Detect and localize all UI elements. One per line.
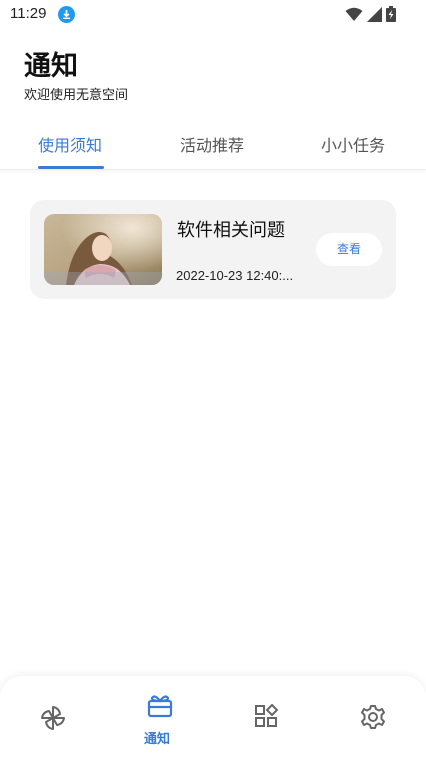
signal-icon — [367, 6, 382, 22]
download-icon — [58, 6, 75, 23]
notice-card[interactable]: 软件相关问题 2022-10-23 12:40:... 查看 — [30, 200, 396, 299]
nav-label-notice: 通知 — [144, 732, 171, 747]
gift-box-icon — [147, 695, 173, 718]
gear-icon — [361, 705, 385, 729]
status-bar: 11:29 — [0, 0, 426, 30]
tab-usage-notice[interactable]: 使用须知 — [38, 132, 102, 156]
battery-charging-icon — [386, 6, 396, 22]
active-tab-indicator — [38, 166, 104, 169]
system-icons — [345, 6, 396, 22]
nav-item-notice[interactable]: 通知 — [106, 676, 212, 757]
tab-activity-recommend[interactable]: 活动推荐 — [180, 132, 244, 156]
status-time: 11:29 — [10, 5, 47, 22]
nav-item-apps[interactable] — [212, 676, 318, 757]
page-subtitle: 欢迎使用无意空间 — [24, 88, 129, 103]
pinwheel-icon — [41, 706, 65, 730]
view-button[interactable]: 查看 — [316, 233, 382, 266]
notice-thumbnail — [44, 214, 162, 285]
bottom-navigation: 通知 — [0, 676, 426, 757]
nav-item-settings[interactable] — [319, 676, 425, 757]
notice-title: 软件相关问题 — [177, 220, 285, 241]
wifi-icon — [345, 7, 363, 21]
apps-grid-icon — [255, 704, 278, 727]
tab-bar: 使用须知 活动推荐 小小任务 — [0, 128, 426, 170]
page-title: 通知 — [24, 51, 78, 82]
nav-item-home[interactable] — [0, 676, 106, 757]
tab-small-tasks[interactable]: 小小任务 — [321, 132, 385, 156]
notice-date: 2022-10-23 12:40:... — [176, 268, 294, 283]
